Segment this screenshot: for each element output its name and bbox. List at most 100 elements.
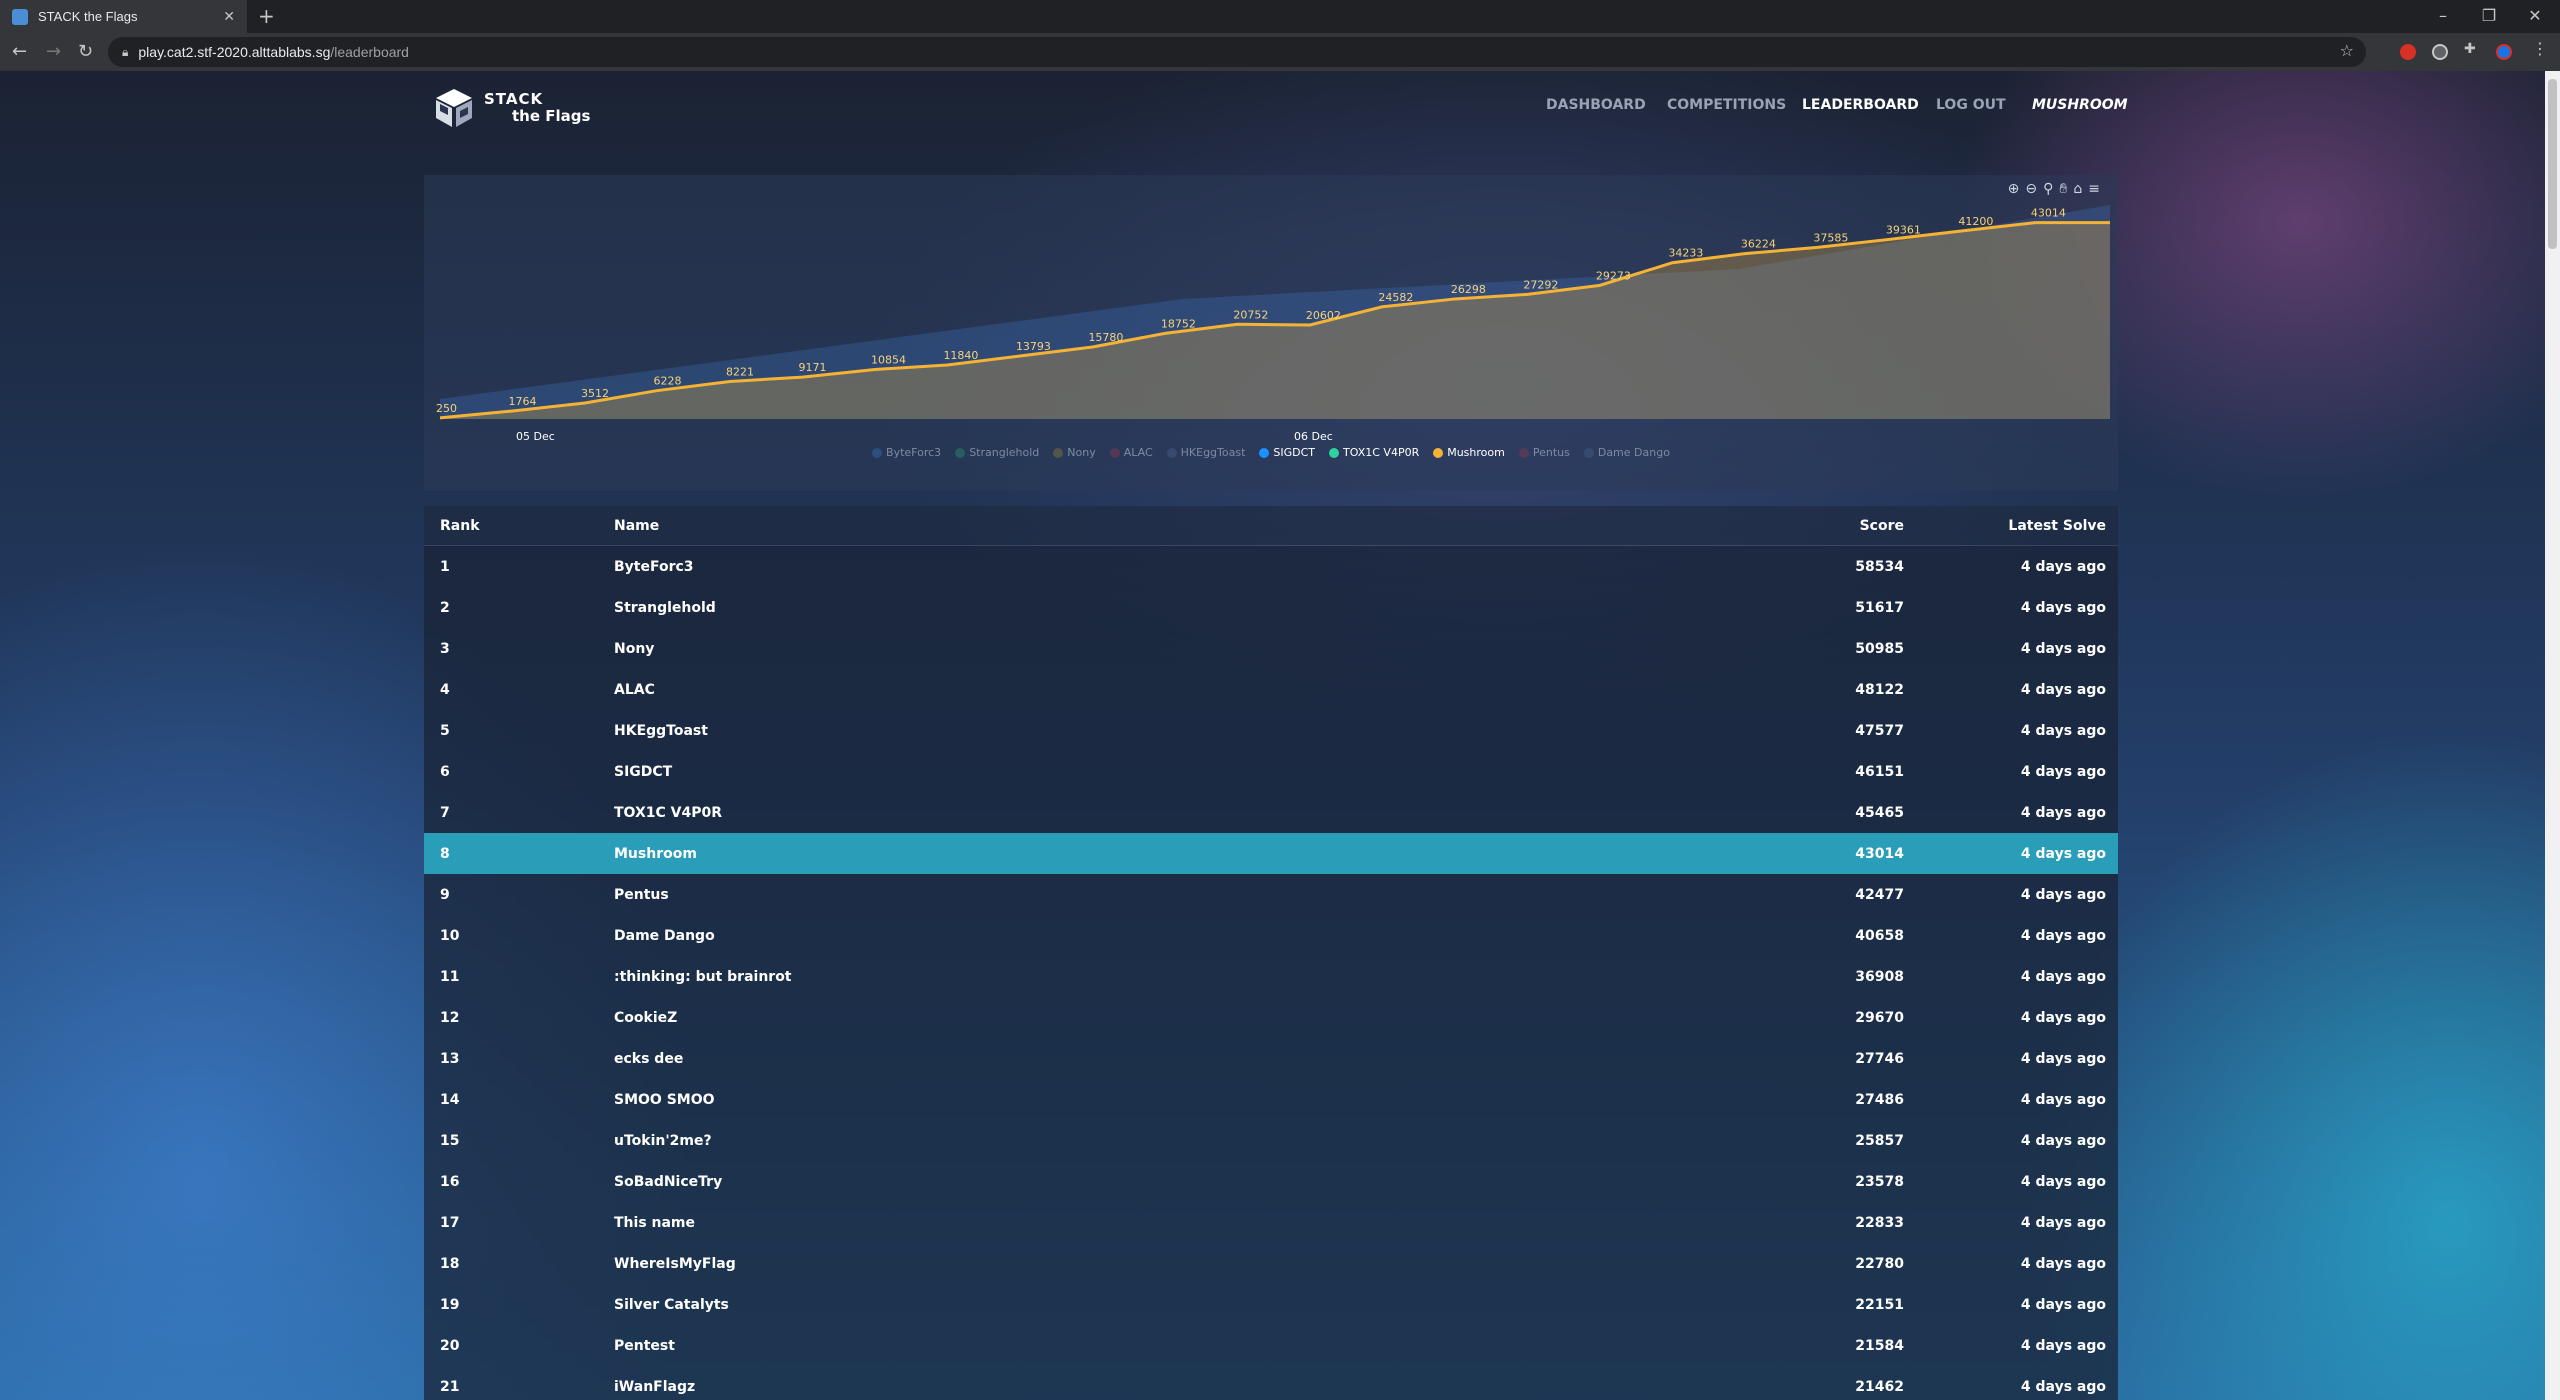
close-tab-icon[interactable]: ✕ (223, 9, 235, 25)
pan-hand-icon[interactable]: ✋︎ (2059, 181, 2073, 197)
team-name-link[interactable]: ecks dee (614, 1051, 1614, 1067)
team-name-link[interactable]: ALAC (614, 682, 1614, 698)
legend-item[interactable]: TOX1C V4P0R (1329, 446, 1419, 459)
team-name-link[interactable]: HKEggToast (614, 723, 1614, 739)
table-row[interactable]: 19 Silver Catalyts 22151 4 days ago (424, 1284, 2118, 1325)
nav-leaderboard[interactable]: LEADERBOARD (1802, 97, 1919, 113)
table-row[interactable]: 17 This name 22833 4 days ago (424, 1202, 2118, 1243)
legend-item[interactable]: SIGDCT (1259, 446, 1315, 459)
score-chart: 250 1764 3512 6228 8221 9171 10854 11840 13793 15… (436, 205, 2110, 443)
table-row[interactable]: 15 uTokin'2me? 25857 4 days ago (424, 1120, 2118, 1161)
legend-item[interactable]: Mushroom (1433, 446, 1505, 459)
browser-menu-icon[interactable]: ⋮ (2532, 39, 2548, 58)
address-bar[interactable]: 🔒︎ play.cat2.stf-2020.alttablabs.sg/lead… (108, 37, 2366, 67)
team-name-link[interactable]: TOX1C V4P0R (614, 805, 1614, 821)
score-cell: 21462 (1855, 1378, 1904, 1395)
table-row[interactable]: 20 Pentest 21584 4 days ago (424, 1325, 2118, 1366)
table-row[interactable]: 13 ecks dee 27746 4 days ago (424, 1038, 2118, 1079)
team-name-link[interactable]: Pentus (614, 887, 1614, 903)
extension-red-icon[interactable] (2400, 44, 2416, 60)
magnifier-icon[interactable]: ⚲ (2043, 181, 2059, 197)
team-name-link[interactable]: iWanFlagz (614, 1379, 1614, 1395)
team-name-link[interactable]: Stranglehold (614, 600, 1614, 616)
minimize-icon[interactable]: – (2420, 2, 2466, 30)
browser-tab[interactable]: STACK the Flags ✕ (0, 0, 247, 33)
table-row[interactable]: 21 iWanFlagz 21462 4 days ago (424, 1366, 2118, 1400)
restore-icon[interactable]: ❐ (2466, 2, 2512, 30)
close-window-icon[interactable]: ✕ (2512, 2, 2558, 30)
legend-item[interactable]: ByteForc3 (872, 446, 941, 459)
legend-dot-icon (1109, 447, 1120, 458)
nav-dashboard[interactable]: DASHBOARD (1546, 97, 1646, 113)
team-name-link[interactable]: SoBadNiceTry (614, 1174, 1614, 1190)
x-tick-label: 05 Dec (516, 430, 555, 443)
table-row[interactable]: 5 HKEggToast 47577 4 days ago (424, 710, 2118, 751)
table-row[interactable]: 8 Mushroom 43014 4 days ago (424, 833, 2118, 874)
table-row[interactable]: 16 SoBadNiceTry 23578 4 days ago (424, 1161, 2118, 1202)
latest-solve-cell: 4 days ago (2020, 886, 2106, 903)
legend-item[interactable]: Nony (1053, 446, 1096, 459)
table-body: 1 ByteForc3 58534 4 days ago 2 Stranglehold 51… (424, 546, 2118, 1400)
table-row[interactable]: 10 Dame Dango 40658 4 days ago (424, 915, 2118, 956)
header-rank[interactable]: Rank (424, 518, 614, 534)
data-label: 39361 (1886, 223, 1921, 236)
legend-item[interactable]: ALAC (1109, 446, 1153, 459)
team-name-link[interactable]: SMOO SMOO (614, 1092, 1614, 1108)
team-name-link[interactable]: SIGDCT (614, 764, 1614, 780)
legend-item[interactable]: HKEggToast (1166, 446, 1245, 459)
team-name-link[interactable]: Mushroom (614, 846, 1614, 862)
nav-user-profile[interactable]: MUSHROOM (2032, 97, 2128, 113)
table-row[interactable]: 14 SMOO SMOO 27486 4 days ago (424, 1079, 2118, 1120)
logo-cube-icon (434, 87, 474, 129)
extension-s-icon[interactable] (2432, 44, 2448, 60)
zoom-out-icon[interactable]: ⊖ (2025, 181, 2043, 197)
scrollbar-thumb[interactable] (2548, 79, 2557, 249)
table-row[interactable]: 2 Stranglehold 51617 4 days ago (424, 587, 2118, 628)
header-score[interactable]: Score (1614, 518, 1904, 534)
legend-item[interactable]: Stranglehold (955, 446, 1039, 459)
page-scrollbar[interactable] (2545, 71, 2560, 1400)
table-row[interactable]: 12 CookieZ 29670 4 days ago (424, 997, 2118, 1038)
extensions-puzzle-icon[interactable]: ✚ (2464, 41, 2480, 57)
table-row[interactable]: 6 SIGDCT 46151 4 days ago (424, 751, 2118, 792)
table-row[interactable]: 11:thinking: but brainrot 36908 4 days ago (424, 956, 2118, 997)
team-name-link[interactable]: CookieZ (614, 1010, 1614, 1026)
table-row[interactable]: 3 Nony 50985 4 days ago (424, 628, 2118, 669)
reload-icon[interactable]: ↻ (78, 39, 93, 65)
rank-cell: 9 (440, 886, 450, 903)
table-row[interactable]: 7 TOX1C V4P0R 45465 4 days ago (424, 792, 2118, 833)
table-row[interactable]: 18 WhereIsMyFlag 22780 4 days ago (424, 1243, 2118, 1284)
latest-solve-cell: 4 days ago (2020, 927, 2106, 944)
team-name-link[interactable]: Nony (614, 641, 1614, 657)
latest-solve-cell: 4 days ago (2020, 1173, 2106, 1190)
nav-competitions[interactable]: COMPETITIONS (1667, 97, 1786, 113)
data-label: 9171 (798, 361, 826, 374)
team-name-link[interactable]: WhereIsMyFlag (614, 1256, 1614, 1272)
table-row[interactable]: 4 ALAC 48122 4 days ago (424, 669, 2118, 710)
team-name-link[interactable]: ByteForc3 (614, 559, 1614, 575)
back-arrow-icon[interactable]: ← (12, 39, 27, 65)
profile-avatar-icon[interactable] (2496, 44, 2512, 60)
legend-item[interactable]: Pentus (1518, 446, 1570, 459)
reset-home-icon[interactable]: ⌂ (2073, 181, 2088, 197)
team-name-link[interactable]: Pentest (614, 1338, 1614, 1354)
team-name-link[interactable]: This name (614, 1215, 1614, 1231)
legend-item[interactable]: Dame Dango (1583, 446, 1670, 459)
header-name[interactable]: Name (614, 518, 1614, 534)
zoom-in-icon[interactable]: ⊕ (2008, 181, 2026, 197)
table-row[interactable]: 1 ByteForc3 58534 4 days ago (424, 546, 2118, 587)
team-name-link[interactable]: :thinking: but brainrot (614, 969, 1614, 985)
nav-logout[interactable]: LOG OUT (1936, 97, 2006, 113)
new-tab-button[interactable]: + (258, 4, 275, 28)
team-name-link[interactable]: uTokin'2me? (614, 1133, 1614, 1149)
forward-arrow-icon[interactable]: → (46, 39, 61, 65)
header-latest-solve[interactable]: Latest Solve (1904, 518, 2118, 534)
team-name-link[interactable]: Dame Dango (614, 928, 1614, 944)
latest-solve-cell: 4 days ago (2020, 640, 2106, 657)
table-row[interactable]: 9 Pentus 42477 4 days ago (424, 874, 2118, 915)
team-name-link[interactable]: Silver Catalyts (614, 1297, 1614, 1313)
site-logo[interactable]: STACK the Flags (434, 87, 590, 129)
chart-menu-icon[interactable]: ≡ (2088, 181, 2106, 197)
bookmark-star-icon[interactable]: ☆ (2340, 41, 2354, 60)
score-cell: 22780 (1855, 1255, 1904, 1272)
